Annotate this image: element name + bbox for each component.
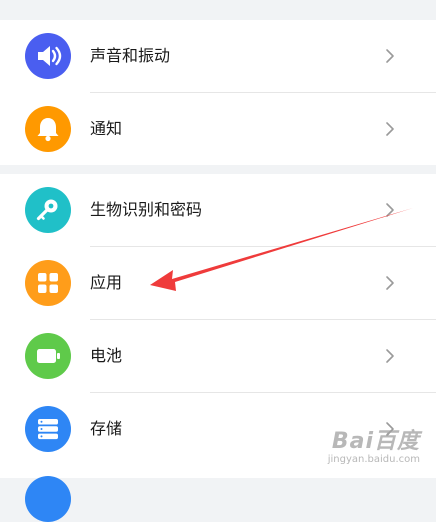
chevron-right-icon — [386, 49, 394, 63]
settings-item-label: 声音和振动 — [90, 46, 171, 65]
settings-item-label: 生物识别和密码 — [90, 200, 203, 219]
settings-group-1: 声音和振动 通知 — [0, 20, 436, 165]
speaker-icon — [25, 33, 71, 79]
settings-item-battery[interactable]: 电池 — [0, 320, 436, 393]
chevron-right-icon — [386, 349, 394, 363]
chevron-right-icon — [386, 276, 394, 290]
grid-apps-icon — [25, 260, 71, 306]
settings-item-sound-vibration[interactable]: 声音和振动 — [0, 20, 436, 93]
battery-icon — [25, 333, 71, 379]
baidu-watermark: Bai百度 jingyan.baidu.com — [328, 430, 420, 466]
partial-item-icon — [25, 476, 71, 522]
key-icon — [25, 187, 71, 233]
settings-item-partial — [0, 466, 436, 522]
chevron-right-icon — [386, 203, 394, 217]
settings-item-apps[interactable]: 应用 — [0, 247, 436, 320]
settings-item-notifications[interactable]: 通知 — [0, 93, 436, 165]
chevron-right-icon — [386, 122, 394, 136]
bell-icon — [25, 106, 71, 152]
settings-item-label: 应用 — [90, 273, 123, 292]
watermark-url: jingyan.baidu.com — [327, 454, 420, 465]
watermark-brand: Bai百度 — [331, 429, 420, 454]
storage-icon — [25, 406, 71, 452]
settings-item-label: 存储 — [90, 419, 123, 438]
settings-item-biometrics-password[interactable]: 生物识别和密码 — [0, 174, 436, 247]
settings-item-label: 通知 — [90, 119, 123, 138]
settings-item-label: 电池 — [90, 346, 123, 365]
